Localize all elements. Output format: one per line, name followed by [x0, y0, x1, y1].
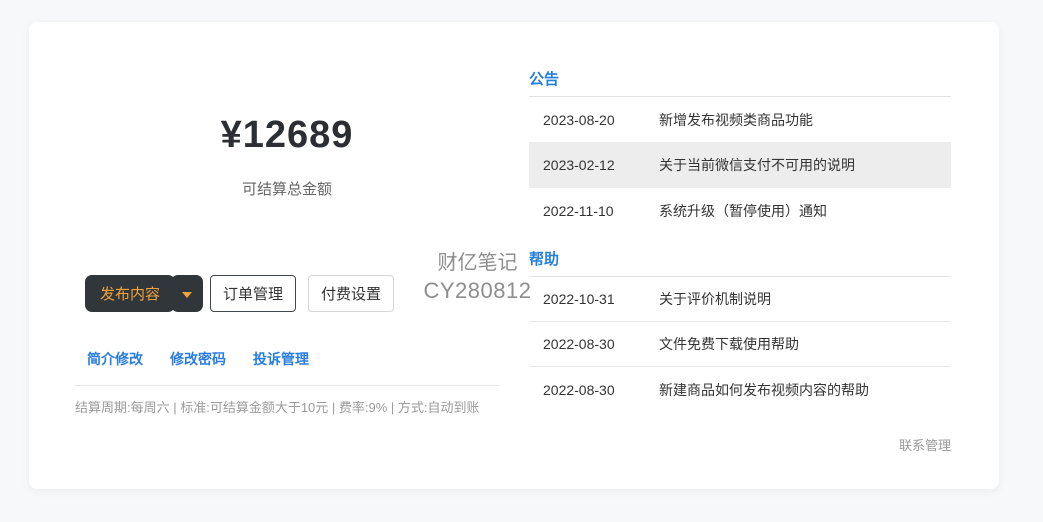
help-section-header: 帮助 — [529, 248, 951, 277]
announcements-title: 公告 — [529, 71, 559, 88]
contact-admin-link[interactable]: 联系管理 — [899, 435, 951, 454]
help-row[interactable]: 2022-08-30 新建商品如何发布视频内容的帮助 — [529, 367, 951, 412]
announcement-title-text: 系统升级（暂停使用）通知 — [659, 201, 951, 221]
announcement-title-text: 关于当前微信支付不可用的说明 — [659, 155, 951, 175]
publish-dropdown-button[interactable] — [171, 275, 203, 312]
settleable-amount: ¥12689 — [75, 114, 499, 157]
divider — [75, 385, 499, 386]
announcement-date: 2022-11-10 — [529, 203, 659, 219]
settlement-panel: ¥12689 可结算总金额 发布内容 订单管理 付费设置 财亿笔记 CY2808… — [75, 22, 499, 489]
help-title-text: 文件免费下载使用帮助 — [659, 334, 951, 354]
complaint-management-link[interactable]: 投诉管理 — [253, 349, 309, 369]
help-title: 帮助 — [529, 251, 559, 268]
announcements-section-header: 公告 — [529, 68, 951, 97]
notice-panel: 公告 2023-08-20 新增发布视频类商品功能 2023-02-12 关于当… — [529, 22, 951, 489]
announcement-date: 2023-02-12 — [529, 157, 659, 173]
announcement-date: 2023-08-20 — [529, 112, 659, 128]
help-date: 2022-08-30 — [529, 382, 659, 398]
help-row[interactable]: 2022-10-31 关于评价机制说明 — [529, 277, 951, 322]
account-links-row: 简介修改 修改密码 投诉管理 — [87, 349, 309, 369]
payment-settings-button[interactable]: 付费设置 — [308, 275, 394, 312]
dashboard-card: ¥12689 可结算总金额 发布内容 订单管理 付费设置 财亿笔记 CY2808… — [29, 22, 999, 489]
publish-content-button[interactable]: 发布内容 — [85, 275, 175, 312]
edit-profile-link[interactable]: 简介修改 — [87, 349, 143, 369]
settleable-amount-label: 可结算总金额 — [75, 178, 499, 199]
help-title-text: 关于评价机制说明 — [659, 289, 951, 309]
settlement-rules-text: 结算周期:每周六 | 标准:可结算金额大于10元 | 费率:9% | 方式:自动… — [75, 397, 499, 416]
announcement-title-text: 新增发布视频类商品功能 — [659, 110, 951, 130]
announcement-row[interactable]: 2023-02-12 关于当前微信支付不可用的说明 — [529, 142, 951, 188]
announcement-row[interactable]: 2023-08-20 新增发布视频类商品功能 — [529, 97, 951, 142]
change-password-link[interactable]: 修改密码 — [170, 349, 226, 369]
caret-down-icon — [182, 292, 192, 298]
help-row[interactable]: 2022-08-30 文件免费下载使用帮助 — [529, 322, 951, 367]
announcement-row[interactable]: 2022-11-10 系统升级（暂停使用）通知 — [529, 188, 951, 233]
help-date: 2022-08-30 — [529, 336, 659, 352]
order-management-button[interactable]: 订单管理 — [210, 275, 296, 312]
help-title-text: 新建商品如何发布视频内容的帮助 — [659, 380, 951, 400]
help-date: 2022-10-31 — [529, 291, 659, 307]
actions-row: 发布内容 订单管理 付费设置 — [85, 275, 394, 312]
